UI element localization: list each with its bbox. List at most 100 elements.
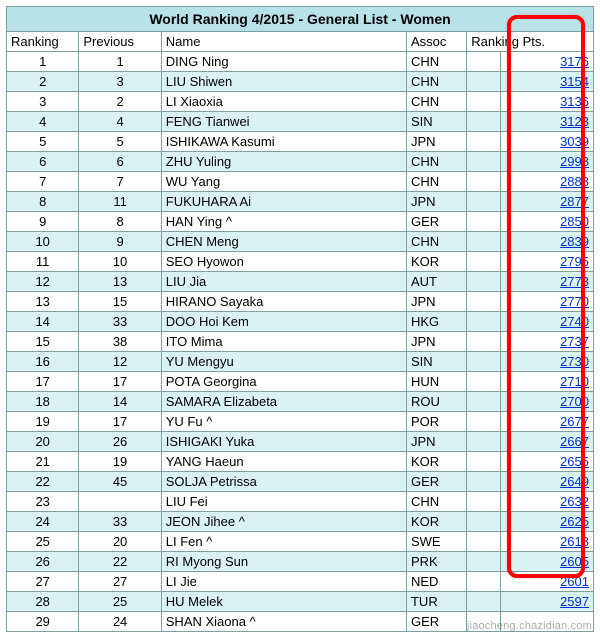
cell-assoc: CHN: [406, 72, 466, 92]
points-link[interactable]: 2730: [560, 354, 589, 369]
points-link[interactable]: 2795: [560, 254, 589, 269]
points-link[interactable]: 2625: [560, 514, 589, 529]
cell-pts: 2632: [501, 492, 594, 512]
cell-spacer: [467, 592, 501, 612]
table-row: 2727LI JieNED2601: [7, 572, 594, 592]
cell-assoc: CHN: [406, 172, 466, 192]
points-link[interactable]: 2649: [560, 474, 589, 489]
cell-name: ISHIGAKI Yuka: [161, 432, 406, 452]
cell-name: HIRANO Sayaka: [161, 292, 406, 312]
cell-ranking: 4: [7, 112, 79, 132]
points-link[interactable]: 2877: [560, 194, 589, 209]
cell-previous: 7: [79, 172, 161, 192]
cell-previous: 26: [79, 432, 161, 452]
cell-pts: 3154: [501, 72, 594, 92]
cell-spacer: [467, 412, 501, 432]
cell-name: DOO Hoi Kem: [161, 312, 406, 332]
cell-spacer: [467, 332, 501, 352]
points-link[interactable]: 2655: [560, 454, 589, 469]
cell-spacer: [467, 272, 501, 292]
cell-previous: 45: [79, 472, 161, 492]
points-link[interactable]: 2667: [560, 434, 589, 449]
points-link[interactable]: 2740: [560, 314, 589, 329]
cell-spacer: [467, 552, 501, 572]
cell-ranking: 28: [7, 592, 79, 612]
ranking-table: World Ranking 4/2015 - General List - Wo…: [6, 6, 594, 632]
table-row: 2245SOLJA PetrissaGER2649: [7, 472, 594, 492]
cell-pts: 2850: [501, 212, 594, 232]
cell-ranking: 25: [7, 532, 79, 552]
table-row: 32LI XiaoxiaCHN3136: [7, 92, 594, 112]
points-link[interactable]: 2839: [560, 234, 589, 249]
table-row: 1315HIRANO SayakaJPN2770: [7, 292, 594, 312]
points-link[interactable]: 3136: [560, 94, 589, 109]
points-link[interactable]: 2770: [560, 294, 589, 309]
cell-previous: 33: [79, 312, 161, 332]
col-ranking: Ranking: [7, 32, 79, 52]
points-link[interactable]: 2632: [560, 494, 589, 509]
cell-ranking: 11: [7, 252, 79, 272]
cell-spacer: [467, 392, 501, 412]
points-link[interactable]: 3039: [560, 134, 589, 149]
cell-assoc: JPN: [406, 132, 466, 152]
table-row: 66ZHU YulingCHN2998: [7, 152, 594, 172]
table-row: 55ISHIKAWA KasumiJPN3039: [7, 132, 594, 152]
cell-name: SEO Hyowon: [161, 252, 406, 272]
points-link[interactable]: 2618: [560, 534, 589, 549]
cell-pts: 2770: [501, 292, 594, 312]
cell-assoc: CHN: [406, 152, 466, 172]
cell-previous: 9: [79, 232, 161, 252]
cell-ranking: 13: [7, 292, 79, 312]
cell-spacer: [467, 92, 501, 112]
points-link[interactable]: 3123: [560, 114, 589, 129]
cell-ranking: 5: [7, 132, 79, 152]
points-link[interactable]: 2597: [560, 594, 589, 609]
cell-assoc: AUT: [406, 272, 466, 292]
cell-pts: 2730: [501, 352, 594, 372]
cell-spacer: [467, 152, 501, 172]
col-name: Name: [161, 32, 406, 52]
table-row: 811FUKUHARA AiJPN2877: [7, 192, 594, 212]
cell-spacer: [467, 212, 501, 232]
table-row: 1612YU MengyuSIN2730: [7, 352, 594, 372]
table-row: 1110SEO HyowonKOR2795: [7, 252, 594, 272]
cell-ranking: 1: [7, 52, 79, 72]
points-link[interactable]: 2888: [560, 174, 589, 189]
table-title: World Ranking 4/2015 - General List - Wo…: [7, 7, 594, 32]
table-row: 44FENG TianweiSIN3123: [7, 112, 594, 132]
cell-ranking: 23: [7, 492, 79, 512]
cell-previous: 25: [79, 592, 161, 612]
points-link[interactable]: 2710: [560, 374, 589, 389]
cell-ranking: 12: [7, 272, 79, 292]
points-link[interactable]: 2677: [560, 414, 589, 429]
cell-ranking: 18: [7, 392, 79, 412]
cell-pts: 2888: [501, 172, 594, 192]
table-row: 1917YU Fu ^POR2677: [7, 412, 594, 432]
points-link[interactable]: 2850: [560, 214, 589, 229]
points-link[interactable]: 3176: [560, 54, 589, 69]
cell-assoc: GER: [406, 212, 466, 232]
table-row: 1538ITO MimaJPN2737: [7, 332, 594, 352]
cell-pts: [501, 612, 594, 632]
cell-assoc: HKG: [406, 312, 466, 332]
cell-spacer: [467, 132, 501, 152]
cell-name: LIU Shiwen: [161, 72, 406, 92]
points-link[interactable]: 2773: [560, 274, 589, 289]
cell-name: DING Ning: [161, 52, 406, 72]
cell-spacer: [467, 192, 501, 212]
cell-previous: 17: [79, 372, 161, 392]
table-row: 77WU YangCHN2888: [7, 172, 594, 192]
points-link[interactable]: 2605: [560, 554, 589, 569]
points-link[interactable]: 2700: [560, 394, 589, 409]
cell-assoc: NED: [406, 572, 466, 592]
cell-previous: 15: [79, 292, 161, 312]
points-link[interactable]: 3154: [560, 74, 589, 89]
cell-previous: 20: [79, 532, 161, 552]
table-row: 2825HU MelekTUR2597: [7, 592, 594, 612]
cell-ranking: 16: [7, 352, 79, 372]
table-row: 1213LIU JiaAUT2773: [7, 272, 594, 292]
points-link[interactable]: 2737: [560, 334, 589, 349]
cell-ranking: 17: [7, 372, 79, 392]
points-link[interactable]: 2998: [560, 154, 589, 169]
cell-name: HU Melek: [161, 592, 406, 612]
